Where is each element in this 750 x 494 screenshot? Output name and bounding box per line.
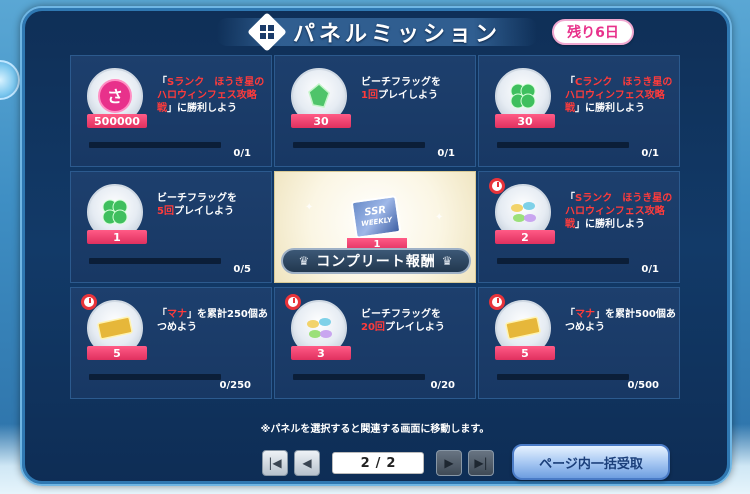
mission-panel-1[interactable]: さ 500000 「Sランク ほうき星のハロウィンフェス攻略戦」に勝利しよう 0… — [70, 55, 272, 167]
timer-icon — [489, 178, 505, 194]
progress-bar — [89, 142, 221, 148]
reward-quantity: 3 — [291, 346, 351, 360]
mission-panel-4[interactable]: 1 ビーチフラッグを 5回プレイしよう 0/5 — [70, 171, 272, 283]
mission-panel-6[interactable]: 2 「Sランク ほうき星のハロウィンフェス攻略戦」に勝利しよう 0/1 — [478, 171, 680, 283]
reward-quantity: 1 — [87, 230, 147, 244]
progress-count: 0/1 — [641, 264, 659, 275]
sparkle-icon: ✦ — [435, 212, 444, 223]
claim-all-button[interactable]: ページ内一括受取 — [512, 444, 670, 480]
mission-description: 「Sランク ほうき星のハロウィンフェス攻略戦」に勝利しよう — [157, 77, 265, 114]
mission-description: 「マナ」を累計250個あつめよう — [157, 309, 268, 333]
next-page-button[interactable]: ▶ — [436, 450, 462, 476]
mission-panel-2[interactable]: 30 ビーチフラッグを 1回プレイしよう 0/1 — [274, 55, 476, 167]
mission-panel-grid: さ 500000 「Sランク ほうき星のハロウィンフェス攻略戦」に勝利しよう 0… — [70, 55, 704, 399]
mission-description: 「Cランク ほうき星のハロウィンフェス攻略戦」に勝利しよう — [565, 77, 673, 114]
reward-quantity: 30 — [495, 114, 555, 128]
svg-text:さ: さ — [107, 87, 123, 106]
timer-icon — [81, 294, 97, 310]
reward-quantity: 5 — [87, 346, 147, 360]
progress-count: 0/1 — [437, 148, 455, 159]
mission-description: ビーチフラッグを 20回プレイしよう — [361, 309, 445, 333]
trophy-icon: ♛ — [298, 254, 311, 268]
ssr-weekly-ticket-icon: SSR WEEKLY — [350, 194, 402, 240]
progress-count: 0/1 — [233, 148, 251, 159]
mission-description: 「マナ」を累計500個あつめよう — [565, 309, 676, 333]
mission-description: 「Sランク ほうき星のハロウィンフェス攻略戦」に勝利しよう — [565, 193, 673, 230]
progress-bar — [89, 258, 221, 264]
first-page-button[interactable]: |◀ — [262, 450, 288, 476]
mission-description: ビーチフラッグを 5回プレイしよう — [157, 193, 237, 217]
trophy-icon: ♛ — [441, 254, 454, 268]
days-left-badge: 残り6日 — [552, 19, 634, 45]
progress-bar — [497, 374, 629, 380]
navigation-notice: ※パネルを選択すると関連する画面に移動します。 — [260, 424, 490, 435]
side-orb-icon — [0, 60, 20, 100]
complete-reward-label: ♛ コンプリート報酬 ♛ — [281, 248, 471, 274]
progress-bar — [497, 258, 629, 264]
timer-icon — [285, 294, 301, 310]
last-page-button[interactable]: ▶| — [468, 450, 494, 476]
reward-quantity: 2 — [495, 230, 555, 244]
mission-panel-9[interactable]: 5 「マナ」を累計500個あつめよう 0/500 — [478, 287, 680, 399]
page-title: パネルミッション — [292, 22, 501, 47]
reward-quantity: 30 — [291, 114, 351, 128]
reward-quantity: 5 — [495, 346, 555, 360]
mission-panel-7[interactable]: 5 「マナ」を累計250個あつめよう 0/250 — [70, 287, 272, 399]
progress-count: 0/20 — [430, 380, 455, 391]
progress-count: 0/1 — [641, 148, 659, 159]
panel-grid-icon — [247, 12, 287, 52]
progress-count: 0/500 — [627, 380, 659, 391]
prev-page-button[interactable]: ◀ — [294, 450, 320, 476]
progress-count: 0/250 — [219, 380, 251, 391]
progress-bar — [293, 142, 425, 148]
progress-bar — [497, 142, 629, 148]
complete-reward-panel[interactable]: ✦ ✦ SSR WEEKLY 1 ♛ コンプリート報酬 ♛ — [274, 171, 476, 283]
title-bar: パネルミッション — [217, 12, 537, 52]
sparkle-icon: ✦ — [305, 202, 314, 213]
pagination: |◀ ◀ 2/2 ▶ ▶| — [262, 450, 494, 476]
progress-bar — [89, 374, 221, 380]
progress-count: 0/5 — [233, 264, 251, 275]
progress-bar — [293, 374, 425, 380]
mission-description: ビーチフラッグを 1回プレイしよう — [361, 77, 441, 101]
mission-panel-3[interactable]: 30 「Cランク ほうき星のハロウィンフェス攻略戦」に勝利しよう 0/1 — [478, 55, 680, 167]
reward-quantity: 500000 — [87, 114, 147, 128]
timer-icon — [489, 294, 505, 310]
mission-panel-8[interactable]: 3 ビーチフラッグを 20回プレイしよう 0/20 — [274, 287, 476, 399]
page-indicator: 2/2 — [332, 452, 424, 474]
